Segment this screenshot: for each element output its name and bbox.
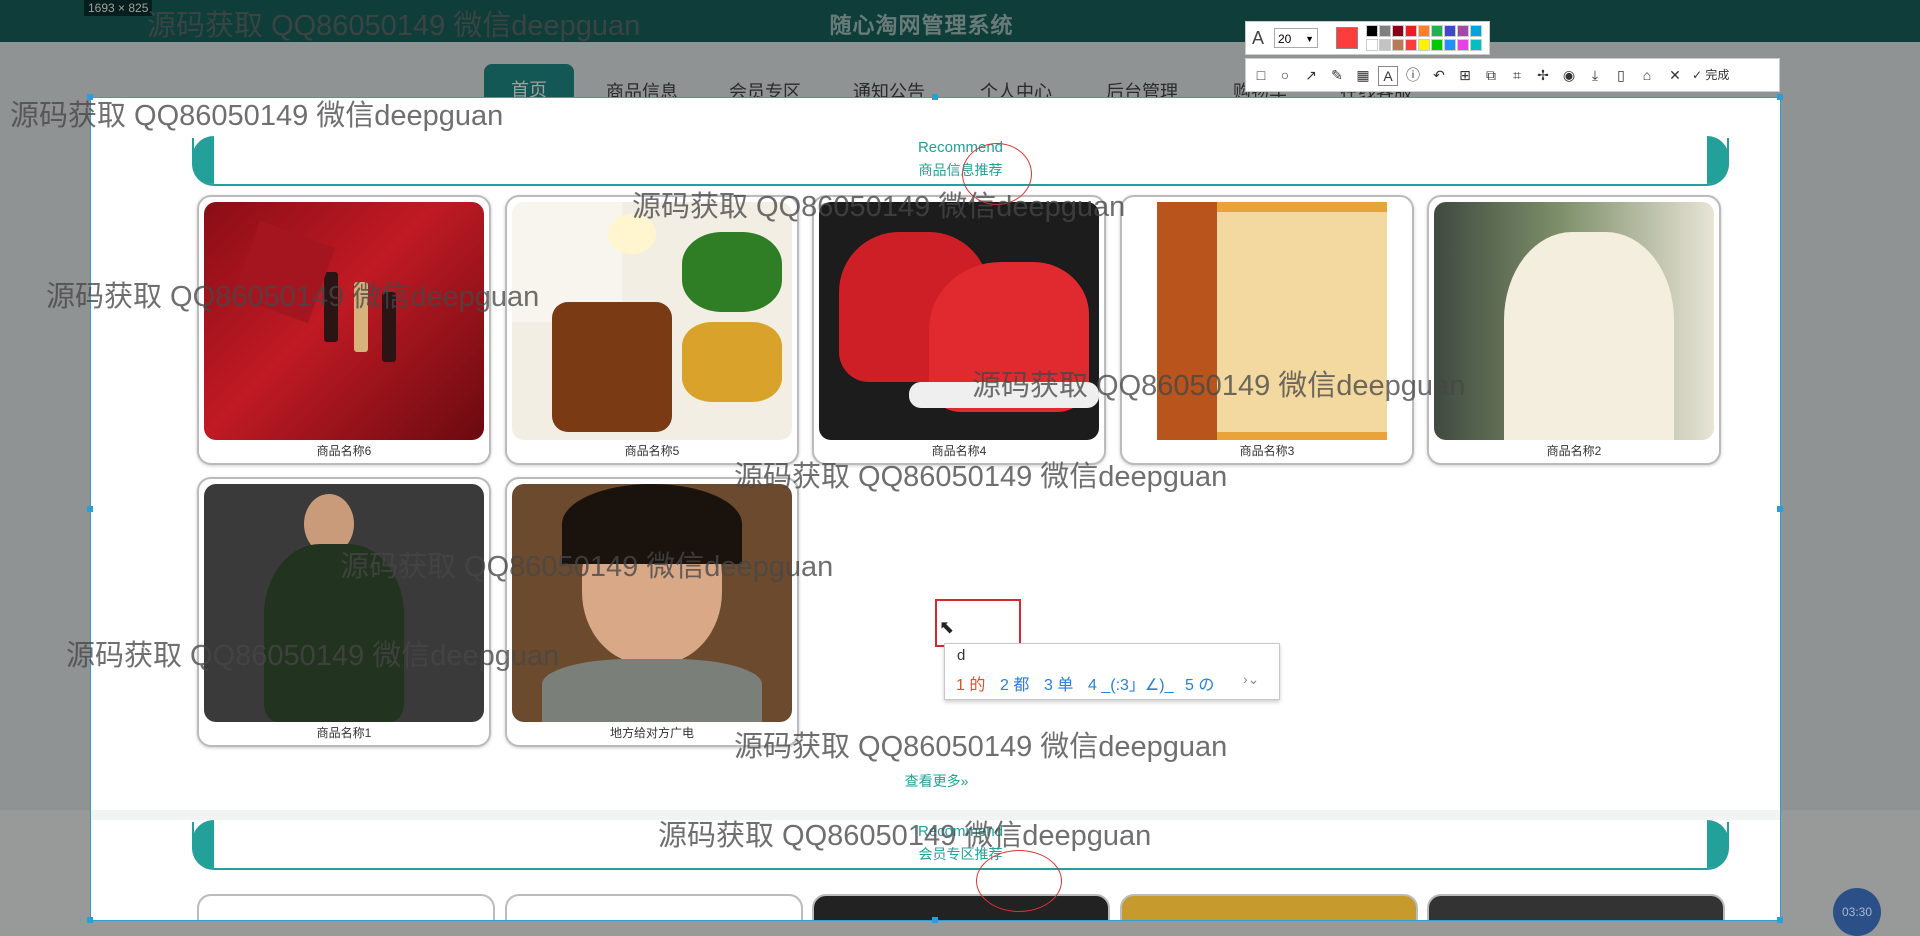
text-tool-icon[interactable]: A — [1378, 66, 1398, 86]
color-swatch[interactable] — [1431, 25, 1443, 37]
done-label: 完成 — [1705, 68, 1730, 82]
chevron-down-icon: ▼ — [1305, 34, 1314, 44]
screenshot-tools-toolbar: □ ○ ↗ ✎ ▦ A ⓘ ↶ ⊞ ⧉ ⌗ ✢ ◉ ⤓ ▯ ⌂ ✕ ✓ 完成 — [1245, 58, 1780, 92]
resize-handle[interactable] — [1777, 94, 1783, 100]
product-image-bento[interactable] — [512, 202, 792, 440]
ime-next-page-icon[interactable]: ›⌄ — [1243, 671, 1259, 688]
product-image-floral-dress[interactable] — [204, 484, 484, 722]
product-name[interactable]: 商品名称6 — [199, 442, 489, 459]
translate-tool-icon[interactable]: ⧉ — [1482, 66, 1500, 84]
resize-handle[interactable] — [1777, 506, 1783, 512]
product-card-partial[interactable] — [1427, 894, 1725, 920]
color-swatch[interactable] — [1470, 39, 1482, 51]
product-card-partial[interactable] — [197, 894, 495, 920]
color-swatch[interactable] — [1457, 25, 1469, 37]
ime-candidate[interactable]: 1 的 — [956, 671, 985, 695]
ime-candidate-window[interactable]: d 1 的 2 都 3 单 4 _(:3」∠)_ 5 の ›⌄ — [944, 643, 1280, 700]
color-swatch[interactable] — [1405, 25, 1417, 37]
product-card[interactable]: 地方给对方广电 — [505, 477, 799, 747]
product-card[interactable]: 商品名称5 — [505, 195, 799, 465]
watermark-text: 源码获取 QQ86050149 微信deepguan — [340, 551, 834, 583]
watermark-text: 源码获取 QQ86050149 微信deepguan — [46, 281, 540, 313]
product-name[interactable]: 商品名称2 — [1429, 442, 1719, 459]
color-swatch[interactable] — [1470, 25, 1482, 37]
resize-handle[interactable] — [87, 506, 93, 512]
color-swatch[interactable] — [1366, 25, 1378, 37]
product-card[interactable]: 商品名称6 — [197, 195, 491, 465]
section-banner: Recommend 商品信息推荐 — [192, 136, 1729, 186]
phone-icon[interactable]: ▯ — [1612, 66, 1630, 84]
color-swatch[interactable] — [1444, 25, 1456, 37]
watermark-text: 源码获取 QQ86050149 微信deepguan — [10, 100, 504, 132]
product-card[interactable]: 商品名称2 — [1427, 195, 1721, 465]
view-more-link[interactable]: 查看更多» — [91, 771, 1780, 791]
ime-candidate[interactable]: 2 都 — [1000, 671, 1029, 695]
font-size-select[interactable]: 20 ▼ — [1274, 28, 1318, 48]
watermark-text: 源码获取 QQ86050149 微信deepguan — [972, 370, 1466, 402]
book-cover-title — [1287, 222, 1347, 352]
watermark-text: 源码获取 QQ86050149 微信deepguan — [734, 731, 1228, 763]
mosaic-tool-icon[interactable]: ▦ — [1354, 66, 1372, 84]
product-image-red-sneakers[interactable] — [819, 202, 1099, 440]
product-name[interactable]: 商品名称1 — [199, 724, 489, 741]
color-swatch[interactable] — [1392, 25, 1404, 37]
product-card[interactable]: 商品名称1 — [197, 477, 491, 747]
undo-icon[interactable]: ↶ — [1430, 66, 1448, 84]
arrow-tool-icon[interactable]: ↗ — [1302, 66, 1320, 84]
product-image-idiom-books[interactable] — [1127, 202, 1407, 440]
product-image-white-blouse[interactable] — [1434, 202, 1714, 440]
record-icon[interactable]: ◉ — [1560, 66, 1578, 84]
number-tool-icon[interactable]: ⓘ — [1404, 66, 1422, 84]
mouse-cursor-icon: ⬉ — [939, 617, 955, 637]
product-card-partial[interactable] — [505, 894, 803, 920]
resize-handle[interactable] — [1777, 917, 1783, 923]
banner-en-title: Recommend — [917, 139, 1004, 156]
banner-zh-title: 商品信息推荐 — [918, 162, 1003, 178]
product-card[interactable]: 商品名称3 — [1120, 195, 1414, 465]
ime-input-text: d — [957, 647, 966, 664]
product-card[interactable]: 商品名称4 — [812, 195, 1106, 465]
color-swatch[interactable] — [1392, 39, 1404, 51]
color-swatch[interactable] — [1379, 39, 1391, 51]
watermark-text: 源码获取 QQ86050149 微信deepguan — [734, 461, 1228, 493]
ime-candidate[interactable]: 3 单 — [1044, 671, 1073, 695]
close-icon[interactable]: ✕ — [1666, 66, 1684, 84]
product-image-portrait[interactable] — [512, 484, 792, 722]
bookmark-icon[interactable]: ⌂ — [1638, 66, 1656, 84]
color-swatch[interactable] — [1366, 39, 1378, 51]
rectangle-tool-icon[interactable]: □ — [1252, 66, 1270, 84]
ellipse-tool-icon[interactable]: ○ — [1276, 66, 1294, 84]
text-style-toolbar: A 20 ▼ — [1245, 21, 1490, 55]
watermark-text: 源码获取 QQ86050149 微信deepguan — [66, 640, 560, 672]
font-size-icon: A — [1252, 28, 1265, 48]
watermark-text: 源码获取 QQ86050149 微信deepguan — [147, 10, 641, 42]
resize-handle[interactable] — [87, 917, 93, 923]
current-color-swatch[interactable] — [1336, 27, 1358, 49]
watermark-text: 源码获取 QQ86050149 微信deepguan — [632, 191, 1126, 223]
color-swatch[interactable] — [1457, 39, 1469, 51]
color-swatch[interactable] — [1405, 39, 1417, 51]
download-icon[interactable]: ⤓ — [1586, 66, 1604, 84]
color-swatch[interactable] — [1418, 39, 1430, 51]
product-card-partial[interactable] — [812, 894, 1110, 920]
color-swatch[interactable] — [1444, 39, 1456, 51]
resize-handle[interactable] — [932, 94, 938, 100]
color-swatch[interactable] — [1431, 39, 1443, 51]
pin-icon[interactable]: ✢ — [1534, 66, 1552, 84]
color-swatch[interactable] — [1418, 25, 1430, 37]
pen-tool-icon[interactable]: ✎ — [1328, 66, 1346, 84]
ime-candidate[interactable]: 5 の — [1185, 671, 1214, 695]
color-swatch[interactable] — [1379, 25, 1391, 37]
ime-candidate[interactable]: 4 _(:3」∠)_ — [1088, 671, 1174, 695]
recording-timer: 03:30 — [1833, 888, 1881, 936]
product-image-gift-box[interactable] — [204, 202, 484, 440]
watermark-text: 源码获取 QQ86050149 微信deepguan — [658, 820, 1152, 852]
product-card-partial[interactable] — [1120, 894, 1418, 920]
scan-tool-icon[interactable]: ⌗ — [1508, 66, 1526, 84]
done-button[interactable]: ✓ 完成 — [1692, 66, 1752, 84]
font-size-value: 20 — [1278, 32, 1292, 46]
ocr-tool-icon[interactable]: ⊞ — [1456, 66, 1474, 84]
annotation-ellipse[interactable] — [976, 850, 1062, 912]
resize-handle[interactable] — [932, 917, 938, 923]
